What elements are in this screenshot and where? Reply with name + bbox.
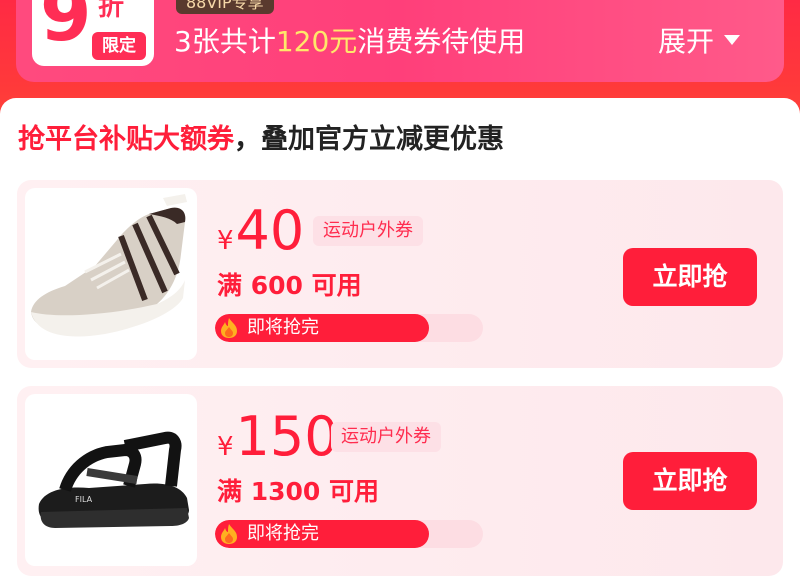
coupon-price: ¥40	[217, 204, 304, 258]
expand-button[interactable]: 展开	[658, 24, 741, 60]
category-tag: 运动户外券	[313, 216, 423, 246]
coupon-card: ¥40 运动户外券 满 600 可用 即将抢完 立即抢	[17, 180, 783, 368]
claim-status: 即将抢完	[247, 523, 319, 544]
svg-text:FILA: FILA	[75, 495, 93, 504]
vip-label: 88VIP专享	[176, 0, 274, 14]
coupon-condition: 满 600 可用	[217, 271, 362, 300]
coupon-condition: 满 1300 可用	[217, 477, 379, 506]
discount-unit: 折	[98, 0, 125, 22]
running-shoe-icon	[31, 194, 187, 337]
section-title: 抢平台补贴大额券，叠加官方立减更优惠	[18, 120, 504, 160]
currency-symbol: ¥	[217, 226, 234, 256]
coupon-summary: 3张共计120元消费券待使用	[174, 24, 525, 60]
coupon-amount: 150	[235, 405, 339, 468]
category-tag: 运动户外券	[331, 422, 441, 452]
grab-coupon-button[interactable]: 立即抢	[623, 452, 757, 510]
product-image-running-shoe[interactable]	[25, 188, 197, 360]
flame-icon	[221, 318, 237, 338]
summary-prefix: 3张共计	[174, 25, 276, 58]
coupon-price: ¥150	[217, 410, 339, 464]
coupon-amount: 40	[235, 199, 305, 262]
black-sandal-icon: FILA	[38, 431, 190, 528]
product-image-sandal[interactable]: FILA	[25, 394, 197, 566]
section-title-highlight: 抢平台补贴大额券	[18, 124, 234, 155]
discount-digit: 9	[40, 0, 92, 58]
summary-amount: 120元	[275, 25, 358, 58]
claim-status: 即将抢完	[247, 317, 319, 338]
flame-icon	[221, 524, 237, 544]
section-title-rest: ，叠加官方立减更优惠	[234, 124, 504, 155]
limited-label: 限定	[92, 32, 146, 60]
grab-coupon-button[interactable]: 立即抢	[623, 248, 757, 306]
claim-progress-bar: 即将抢完	[215, 520, 483, 548]
claim-progress-bar: 即将抢完	[215, 314, 483, 342]
summary-suffix: 消费券待使用	[357, 25, 526, 58]
expand-label: 展开	[658, 25, 715, 58]
coupon-card: FILA ¥150 运动户外券 满 1300 可用 即将抢完 立即抢	[17, 386, 783, 576]
caret-down-icon	[724, 35, 741, 45]
currency-symbol: ¥	[217, 432, 234, 462]
